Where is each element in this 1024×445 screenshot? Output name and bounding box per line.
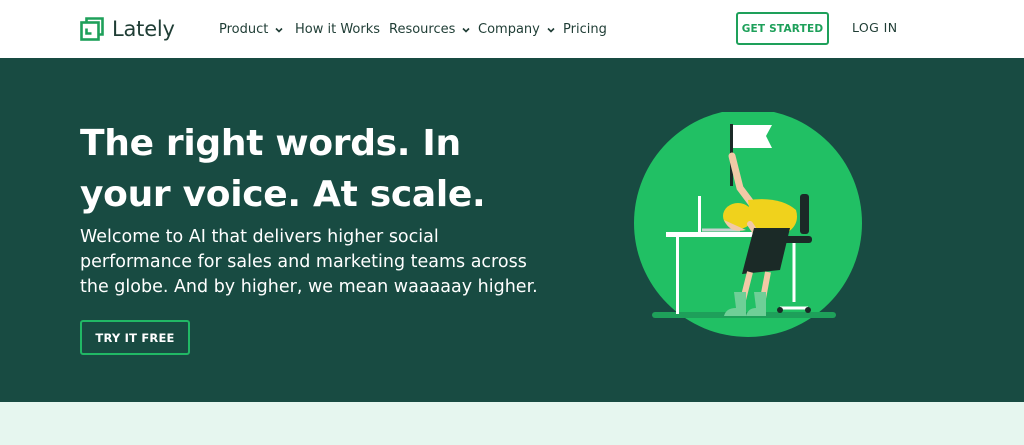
section-divider-band	[0, 402, 1024, 445]
get-started-button[interactable]: GET STARTED	[736, 12, 829, 45]
nav-item-pricing[interactable]: Pricing	[563, 19, 607, 39]
nav-item-label: Resources	[389, 21, 456, 37]
chevron-down-icon	[461, 24, 471, 34]
hero-subheadline: Welcome to AI that delivers higher socia…	[80, 227, 538, 297]
nav-item-label: How it Works	[295, 21, 381, 37]
hero-illustration	[630, 109, 870, 352]
nav-item-resources[interactable]: Resources	[389, 19, 471, 39]
nav-item-label: Pricing	[563, 21, 607, 37]
nav-item-company[interactable]: Company	[478, 19, 556, 39]
try-it-free-button[interactable]: TRY IT FREE	[80, 320, 190, 355]
login-link[interactable]: LOG IN	[852, 20, 897, 35]
nav-item-label: Company	[478, 21, 540, 37]
top-nav: Lately Product How it Works Resources Co…	[0, 0, 1024, 58]
chevron-down-icon	[546, 24, 556, 34]
white-flag-illustration-icon	[634, 109, 862, 337]
hero-headline: The right words. In your voice. At scale…	[80, 123, 486, 215]
nav-item-product[interactable]: Product	[219, 19, 284, 39]
logo[interactable]: Lately	[80, 14, 175, 44]
nav-item-how-it-works[interactable]: How it Works	[295, 19, 380, 39]
nav-item-label: Product	[219, 21, 269, 37]
logo-mark-icon	[80, 17, 104, 41]
hero-section: The right words. In your voice. At scale…	[0, 58, 1024, 402]
logo-text: Lately	[112, 17, 175, 41]
chevron-down-icon	[274, 24, 284, 34]
